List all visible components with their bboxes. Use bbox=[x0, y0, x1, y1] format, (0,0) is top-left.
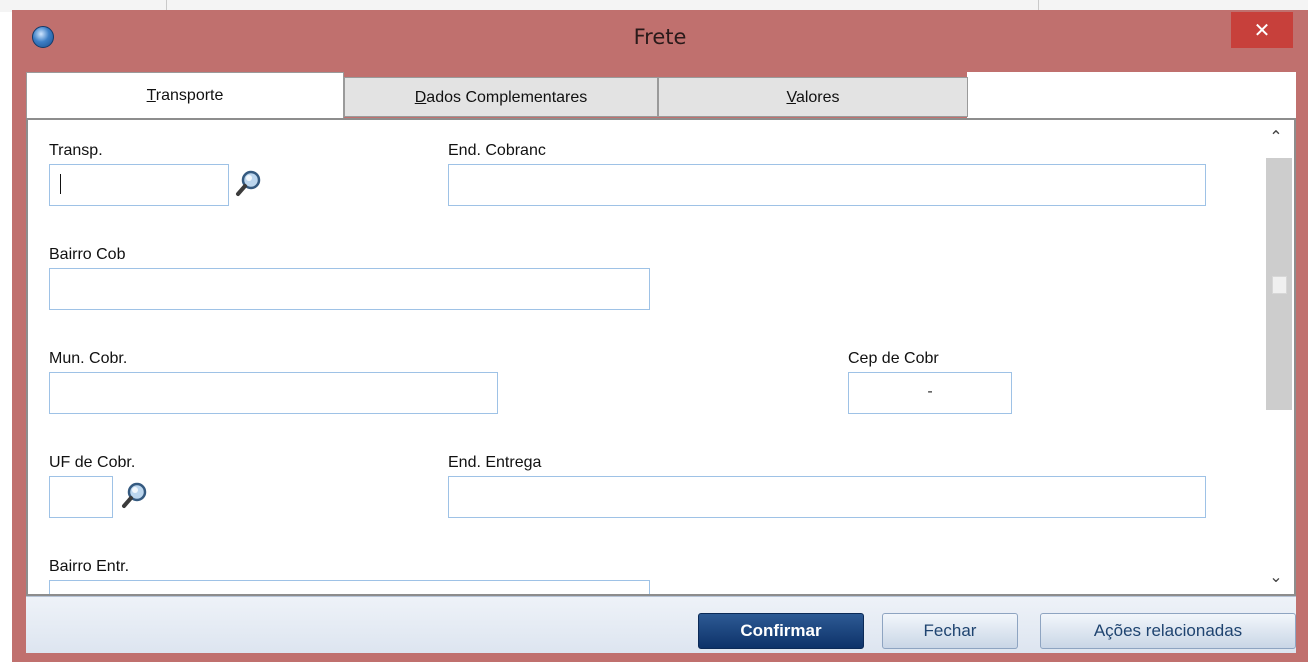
cep-cobr-value: - bbox=[927, 383, 933, 400]
mun-cobr-label: Mun. Cobr. bbox=[49, 350, 128, 367]
magnifier-icon[interactable] bbox=[120, 480, 150, 510]
end-cobranc-field[interactable] bbox=[448, 164, 1206, 206]
magnifier-icon[interactable] bbox=[234, 168, 264, 198]
bairro-cob-label: Bairro Cob bbox=[49, 246, 126, 263]
frete-dialog: Frete ✕ Transporte Dados Complementares … bbox=[12, 10, 1308, 662]
mun-cobr-field[interactable] bbox=[49, 372, 498, 414]
chevron-down-icon[interactable]: ⌄ bbox=[1260, 562, 1292, 592]
tab-transporte[interactable]: Transporte bbox=[26, 72, 344, 120]
tab-label: alores bbox=[795, 89, 840, 106]
related-actions-button[interactable]: Ações relacionadas bbox=[1040, 613, 1296, 649]
close-button[interactable]: ✕ bbox=[1231, 12, 1293, 48]
end-entrega-field[interactable] bbox=[448, 476, 1206, 518]
button-bar: Confirmar Fechar Ações relacionadas bbox=[26, 596, 1296, 653]
bg-divider bbox=[166, 0, 167, 10]
bairro-cob-field[interactable] bbox=[49, 268, 650, 310]
uf-cobr-label: UF de Cobr. bbox=[49, 454, 136, 471]
tab-bar: Transporte Dados Complementares Valores bbox=[26, 72, 1296, 120]
end-cobranc-label: End. Cobranc bbox=[448, 142, 546, 159]
tab-label: ados Complementares bbox=[426, 89, 588, 106]
vertical-scrollbar[interactable]: ⌃ ⌄ bbox=[1260, 122, 1292, 594]
bg-divider bbox=[1038, 0, 1039, 10]
bairro-entr-label: Bairro Entr. bbox=[49, 558, 130, 575]
tab-valores[interactable]: Valores bbox=[658, 77, 968, 117]
text-caret bbox=[60, 174, 61, 194]
confirm-button[interactable]: Confirmar bbox=[698, 613, 864, 649]
chevron-up-icon[interactable]: ⌃ bbox=[1260, 122, 1292, 152]
bairro-entr-field[interactable] bbox=[49, 580, 650, 594]
uf-cobr-field[interactable] bbox=[49, 476, 113, 518]
scroll-track[interactable] bbox=[1266, 158, 1292, 410]
tab-mnemonic: D bbox=[414, 89, 427, 106]
transp-field[interactable] bbox=[49, 164, 229, 206]
close-dialog-button[interactable]: Fechar bbox=[882, 613, 1018, 649]
scroll-thumb[interactable] bbox=[1272, 276, 1287, 294]
end-entrega-label: End. Entrega bbox=[448, 454, 542, 471]
cep-cobr-field[interactable]: - bbox=[848, 372, 1012, 414]
dialog-title: Frete bbox=[633, 25, 687, 49]
tab-label: ransporte bbox=[155, 87, 224, 104]
title-bar: Frete ✕ bbox=[12, 10, 1308, 70]
transp-label: Transp. bbox=[49, 142, 103, 159]
tab-mnemonic: V bbox=[786, 89, 796, 106]
tab-dados-complementares[interactable]: Dados Complementares bbox=[344, 77, 658, 117]
form-panel: Transp. End. Cobranc Bairro Cob Mun. Cob… bbox=[26, 118, 1296, 596]
tab-mnemonic: T bbox=[146, 87, 156, 104]
cep-cobr-label: Cep de Cobr bbox=[848, 350, 939, 367]
